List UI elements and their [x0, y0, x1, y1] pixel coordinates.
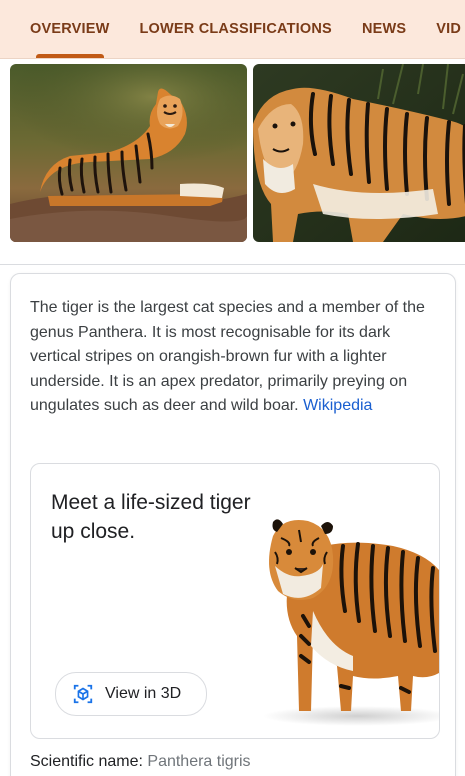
ar-card-title: Meet a life-sized tiger up close. [51, 491, 251, 543]
tiger-image-standing[interactable] [253, 64, 465, 242]
description-text: The tiger is the largest cat species and… [30, 296, 440, 419]
scientific-name-value[interactable]: Panthera tigris [147, 753, 250, 770]
tab-lower-classifications[interactable]: LOWER CLASSIFICATIONS [140, 0, 332, 58]
tab-videos[interactable]: VID [436, 0, 461, 58]
view-in-3d-card: Meet a life-sized tiger up close. View i… [30, 463, 440, 739]
image-carousel [0, 59, 465, 265]
view-in-3d-label: View in 3D [105, 685, 182, 702]
tiger-3d-preview [253, 516, 439, 731]
tab-news[interactable]: NEWS [362, 0, 406, 58]
cube-3d-icon [71, 682, 95, 706]
view-in-3d-button[interactable]: View in 3D [55, 672, 207, 716]
scientific-name-label: Scientific name: [30, 753, 143, 770]
tab-overview[interactable]: OVERVIEW [30, 0, 110, 58]
description-card: The tiger is the largest cat species and… [10, 273, 456, 776]
knowledge-panel-page: OVERVIEW LOWER CLASSIFICATIONS NEWS VID [0, 0, 465, 776]
category-tab-bar: OVERVIEW LOWER CLASSIFICATIONS NEWS VID [0, 0, 465, 59]
tiger-image-lying[interactable] [10, 64, 247, 242]
wikipedia-link[interactable]: Wikipedia [303, 397, 372, 414]
scientific-name-row: Scientific name: Panthera tigris [30, 753, 251, 771]
